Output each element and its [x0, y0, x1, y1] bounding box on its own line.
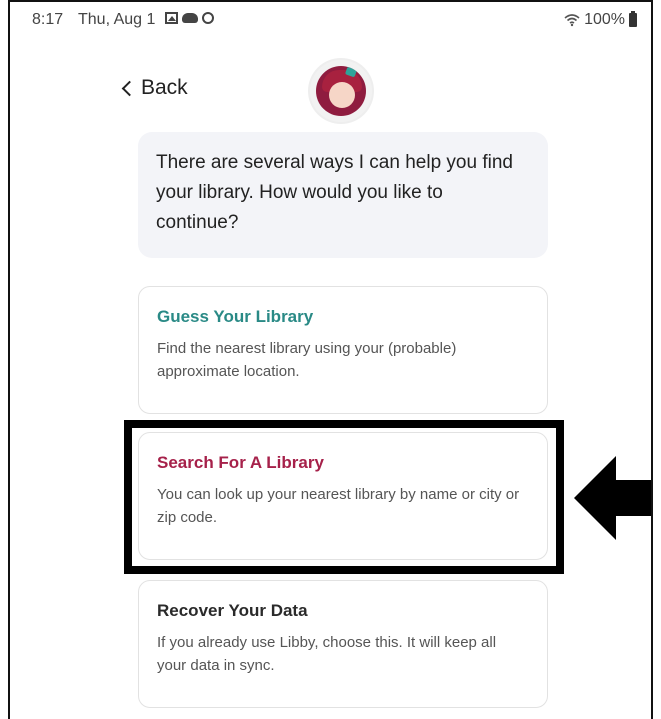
option-title: Recover Your Data [157, 601, 308, 620]
battery-percent: 100% [584, 11, 625, 28]
status-right: 100% [564, 11, 637, 29]
app-window: 8:17 Thu, Aug 1 100% Back There are seve… [8, 0, 653, 719]
logo-face [329, 82, 355, 108]
back-label: Back [141, 76, 188, 99]
logo-circle [316, 66, 366, 116]
option-title: Search For A Library [157, 453, 324, 472]
option-title: Guess Your Library [157, 307, 314, 326]
battery-icon [629, 11, 637, 27]
assistant-message: There are several ways I can help you fi… [138, 132, 548, 258]
option-guess-library[interactable]: Guess Your Library Find the nearest libr… [138, 286, 548, 414]
option-description: You can look up your nearest library by … [157, 486, 520, 526]
chevron-left-icon [121, 80, 138, 97]
arrow-left-icon [574, 456, 651, 540]
status-notification-icons [165, 12, 214, 24]
settings-icon [202, 12, 214, 24]
back-button[interactable]: Back [121, 76, 188, 100]
option-description: Find the nearest library using your (pro… [157, 340, 457, 380]
cloud-icon [182, 13, 198, 23]
status-date: Thu, Aug 1 [78, 11, 156, 28]
option-description: If you already use Libby, choose this. I… [157, 634, 497, 674]
option-recover-data[interactable]: Recover Your Data If you already use Lib… [138, 580, 548, 708]
status-time: 8:17 [32, 11, 64, 28]
option-search-library[interactable]: Search For A Library You can look up you… [138, 432, 548, 560]
wifi-icon [564, 14, 580, 27]
libby-logo-icon [310, 60, 372, 122]
status-bar: 8:17 Thu, Aug 1 100% [10, 2, 651, 38]
gallery-icon [165, 12, 178, 24]
